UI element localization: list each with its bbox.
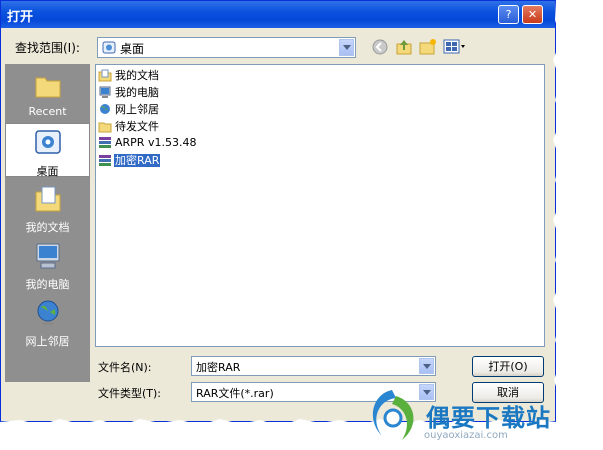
watermark-text: 偶要下载站 — [426, 404, 551, 432]
watermark-url: ouyaoxiazai.com — [424, 430, 508, 441]
watermark-logo: 偶要下载站 ouyaoxiazai.com — [362, 382, 602, 448]
watermark-swirl-icon — [372, 390, 414, 440]
